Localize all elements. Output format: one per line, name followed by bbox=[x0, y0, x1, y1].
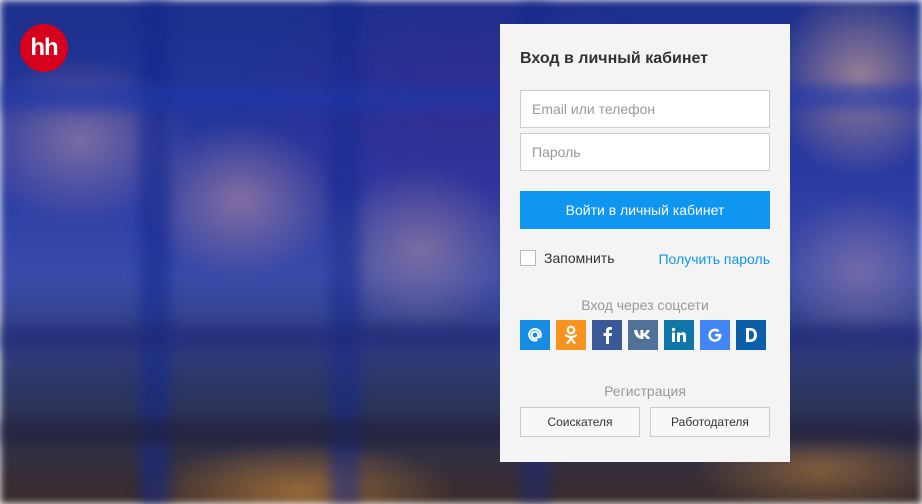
hh-logo[interactable]: hh bbox=[20, 24, 68, 72]
password-input[interactable] bbox=[520, 133, 770, 171]
odnoklassniki-icon[interactable] bbox=[556, 320, 586, 350]
remember-label: Запомнить bbox=[544, 250, 615, 266]
google-icon[interactable] bbox=[700, 320, 730, 350]
remember-me[interactable]: Запомнить bbox=[520, 250, 615, 266]
remember-checkbox[interactable] bbox=[520, 250, 536, 266]
vkontakte-icon[interactable] bbox=[628, 320, 658, 350]
mail-ru-icon[interactable] bbox=[520, 320, 550, 350]
linkedin-icon[interactable] bbox=[664, 320, 694, 350]
d-service-icon[interactable] bbox=[736, 320, 766, 350]
registration-label: Регистрация bbox=[604, 383, 686, 399]
email-input[interactable] bbox=[520, 90, 770, 128]
facebook-icon[interactable] bbox=[592, 320, 622, 350]
login-submit-button[interactable]: Войти в личный кабинет bbox=[520, 191, 770, 229]
register-seeker-button[interactable]: Соискателя bbox=[520, 407, 640, 437]
login-title: Вход в личный кабинет bbox=[520, 50, 708, 67]
register-employer-button[interactable]: Работодателя bbox=[650, 407, 770, 437]
social-buttons bbox=[520, 320, 766, 350]
get-password-link[interactable]: Получить пароль bbox=[658, 251, 770, 267]
social-login-label: Вход через соцсети bbox=[581, 297, 709, 313]
login-panel: Вход в личный кабинет Войти в личный каб… bbox=[500, 24, 790, 462]
